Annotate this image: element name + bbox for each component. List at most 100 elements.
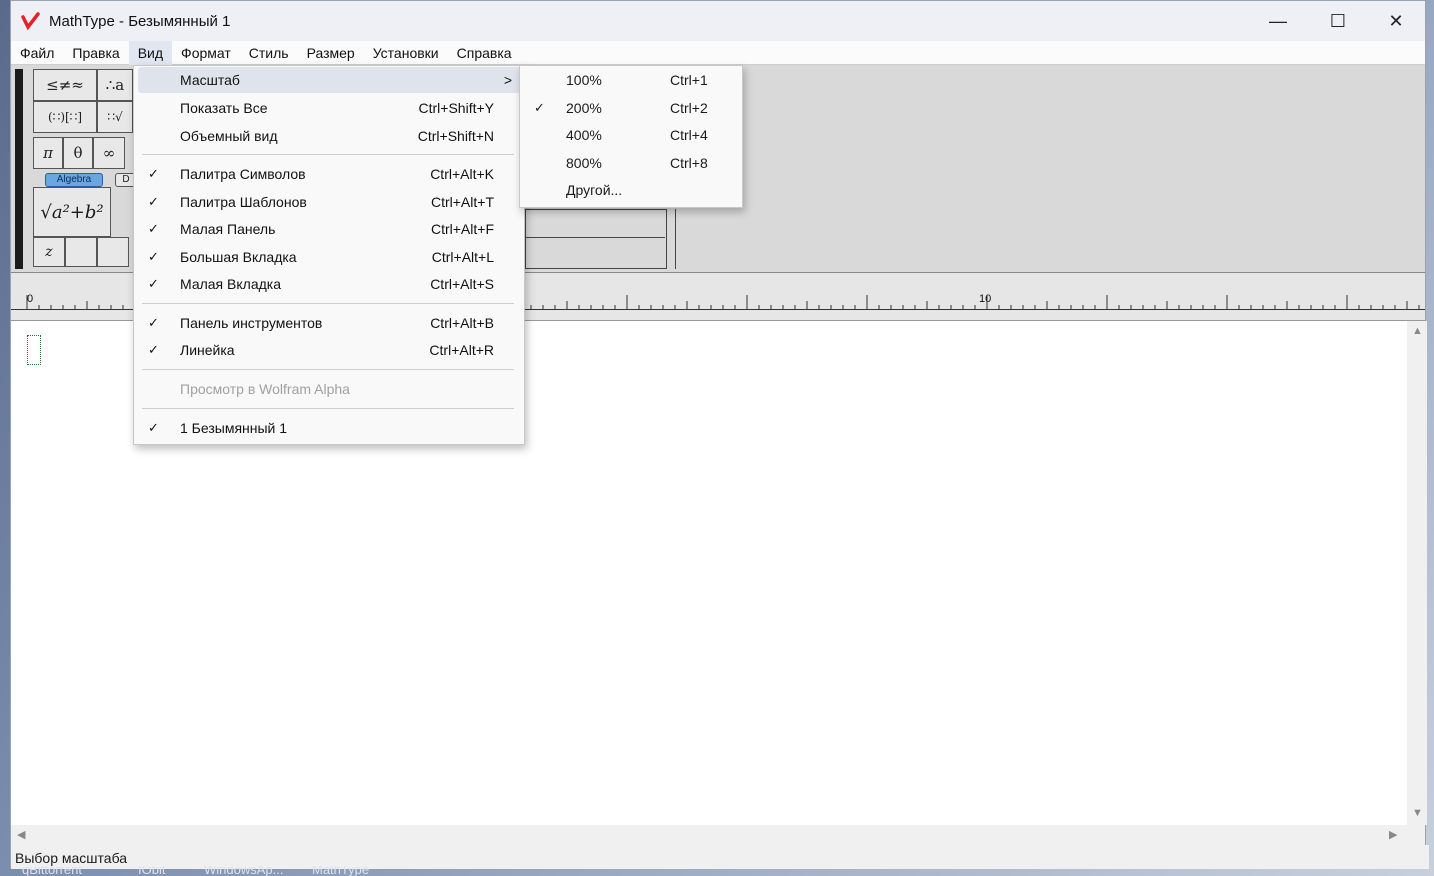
menu-file[interactable]: Файл <box>11 41 63 65</box>
zoom-other[interactable]: Другой... <box>524 177 738 203</box>
menu-item-shortcut: Ctrl+Alt+T <box>430 194 494 210</box>
zoom-400[interactable]: 400% Ctrl+4 <box>524 122 738 148</box>
small-bar-frame <box>525 209 667 269</box>
menu-preferences[interactable]: Установки <box>364 41 448 65</box>
menu-style[interactable]: Стиль <box>240 41 298 65</box>
zoom-200[interactable]: ✓ 200% Ctrl+2 <box>524 95 738 121</box>
menu-size[interactable]: Размер <box>298 41 364 65</box>
menu-item-label: Панель инструментов <box>180 315 323 331</box>
menu-help[interactable]: Справка <box>448 41 521 65</box>
fractions-palette-button[interactable]: ∷√ <box>97 101 133 133</box>
toolbar-divider <box>675 209 676 269</box>
zoom-submenu: 100% Ctrl+1 ✓ 200% Ctrl+2 400% Ctrl+4 80… <box>519 65 743 208</box>
horizontal-scrollbar[interactable]: ◀ ▶ <box>11 825 1407 845</box>
menu-item-label: Просмотр в Wolfram Alpha <box>180 381 350 397</box>
menu-edit[interactable]: Правка <box>63 41 128 65</box>
insertion-slot[interactable] <box>27 335 41 365</box>
check-icon: ✓ <box>148 420 159 435</box>
title-bar[interactable]: MathType - Безымянный 1 — ☐ ✕ <box>11 1 1425 41</box>
menu-item-shortcut: Ctrl+Alt+K <box>430 166 494 182</box>
zoom-label: Другой... <box>566 182 623 198</box>
scroll-up-icon[interactable]: ▲ <box>1412 325 1423 337</box>
menu-separator <box>142 408 514 409</box>
menu-item-label: Большая Вкладка <box>180 249 297 265</box>
fences-palette-button[interactable]: (∷)[∷] <box>33 101 97 133</box>
menu-item-window-1[interactable]: ✓ 1 Безымянный 1 <box>138 415 520 441</box>
view-menu-dropdown: Масштаб > Показать Все Ctrl+Shift+Y Объе… <box>133 65 525 445</box>
tab-algebra[interactable]: Algebra <box>45 173 103 187</box>
menu-item-label: Масштаб <box>180 72 240 88</box>
menu-item-label: Палитра Шаблонов <box>180 194 307 210</box>
menu-item-symbol-palette[interactable]: ✓ Палитра Символов Ctrl+Alt+K <box>138 161 520 187</box>
menu-item-shortcut: Ctrl+Alt+S <box>430 276 494 292</box>
small-bar-divider <box>525 237 665 238</box>
menu-item-shortcut: Ctrl+Alt+F <box>430 221 494 237</box>
menu-item-shortcut: Ctrl+Alt+B <box>430 315 494 331</box>
menu-item-show-all[interactable]: Показать Все Ctrl+Shift+Y <box>138 95 520 121</box>
menu-separator <box>142 303 514 304</box>
menu-view[interactable]: Вид <box>128 40 173 65</box>
zoom-800[interactable]: 800% Ctrl+8 <box>524 150 738 176</box>
small-bar-slot-2[interactable] <box>65 237 97 267</box>
menu-item-zoom[interactable]: Масштаб > <box>138 67 520 93</box>
submenu-arrow-icon: > <box>503 72 512 88</box>
menu-item-label: Показать Все <box>180 100 268 116</box>
theta-symbol-button[interactable]: θ <box>63 137 93 169</box>
menu-item-3d-view[interactable]: Объемный вид Ctrl+Shift+N <box>138 123 520 149</box>
vertical-scrollbar[interactable]: ▲ ▼ <box>1407 321 1427 825</box>
close-button[interactable]: ✕ <box>1367 1 1425 41</box>
check-icon: ✓ <box>148 249 159 264</box>
scroll-left-icon[interactable]: ◀ <box>17 828 25 841</box>
check-icon: ✓ <box>148 221 159 236</box>
taskbar-strip: qBittorrent IObit WindowsAp... MathType <box>0 866 1434 876</box>
zoom-shortcut: Ctrl+8 <box>670 155 708 171</box>
check-icon: ✓ <box>148 166 159 181</box>
scroll-down-icon[interactable]: ▼ <box>1412 807 1423 819</box>
taskbar-item-qbittorrent[interactable]: qBittorrent <box>22 866 82 876</box>
maximize-button[interactable]: ☐ <box>1309 1 1367 41</box>
menu-item-label: 1 Безымянный 1 <box>180 420 288 436</box>
menu-item-shortcut: Ctrl+Alt+R <box>429 342 494 358</box>
pi-symbol-button[interactable]: π <box>33 137 63 169</box>
z-symbol: z <box>45 244 53 260</box>
menu-item-shortcut: Ctrl+Shift+N <box>417 128 494 144</box>
menu-item-label: Линейка <box>180 342 235 358</box>
check-icon: ✓ <box>148 315 159 330</box>
taskbar-item-mathtype[interactable]: MathType <box>312 866 369 876</box>
check-icon: ✓ <box>148 276 159 291</box>
mathtype-logo-icon <box>21 12 40 31</box>
menu-item-small-tab[interactable]: ✓ Малая Вкладка Ctrl+Alt+S <box>138 271 520 297</box>
scroll-right-icon[interactable]: ▶ <box>1389 828 1397 841</box>
sqrt-template-button[interactable]: √a²+b² <box>33 187 111 237</box>
menu-item-label: Объемный вид <box>180 128 278 144</box>
relations-palette-button[interactable]: ≤≠≈ <box>33 69 97 101</box>
taskbar-item-iobit[interactable]: IObit <box>138 866 165 876</box>
menu-item-ruler[interactable]: ✓ Линейка Ctrl+Alt+R <box>138 337 520 363</box>
menu-item-template-palette[interactable]: ✓ Палитра Шаблонов Ctrl+Alt+T <box>138 189 520 215</box>
small-bar-slot-1[interactable]: z <box>33 237 65 267</box>
menu-item-label: Малая Вкладка <box>180 276 281 292</box>
minimize-button[interactable]: — <box>1249 1 1307 41</box>
menu-item-shortcut: Ctrl+Shift+Y <box>418 100 494 116</box>
toolbar-grip[interactable] <box>15 69 23 269</box>
menu-format[interactable]: Формат <box>172 41 240 65</box>
taskbar-item-windowsapps[interactable]: WindowsAp... <box>204 866 283 876</box>
zoom-label: 200% <box>566 100 602 116</box>
menu-item-wolfram-alpha: Просмотр в Wolfram Alpha <box>138 376 520 402</box>
zoom-100[interactable]: 100% Ctrl+1 <box>524 67 738 93</box>
menu-item-large-tab[interactable]: ✓ Большая Вкладка Ctrl+Alt+L <box>138 244 520 270</box>
zoom-shortcut: Ctrl+1 <box>670 72 708 88</box>
menu-item-small-bar[interactable]: ✓ Малая Панель Ctrl+Alt+F <box>138 216 520 242</box>
menu-item-toolbar[interactable]: ✓ Панель инструментов Ctrl+Alt+B <box>138 310 520 336</box>
check-icon: ✓ <box>534 100 545 115</box>
small-bar-slot-3[interactable] <box>97 237 129 267</box>
menu-item-shortcut: Ctrl+Alt+L <box>431 249 494 265</box>
zoom-shortcut: Ctrl+4 <box>670 127 708 143</box>
zoom-shortcut: Ctrl+2 <box>670 100 708 116</box>
window-title: MathType - Безымянный 1 <box>49 12 231 30</box>
infinity-symbol-button[interactable]: ∞ <box>93 137 125 169</box>
zoom-label: 100% <box>566 72 602 88</box>
zoom-label: 800% <box>566 155 602 171</box>
menu-separator <box>142 154 514 155</box>
spaces-palette-button[interactable]: ∴a <box>97 69 133 101</box>
